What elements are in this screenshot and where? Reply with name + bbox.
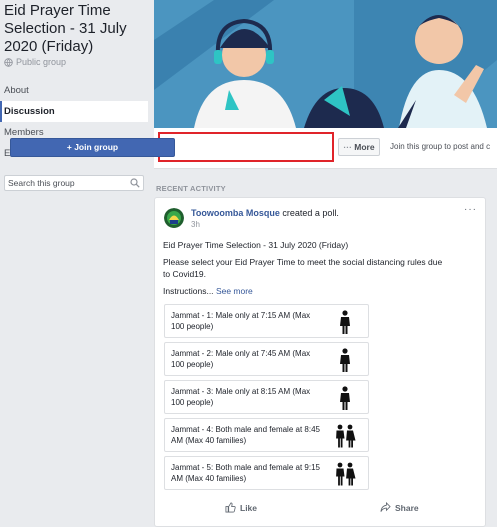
male-female-icon — [336, 462, 356, 486]
poll-option-3[interactable]: Jammat - 3: Male only at 8:15 AM (Max 10… — [164, 380, 369, 414]
post-title: Eid Prayer Time Selection - 31 July 2020… — [163, 240, 349, 250]
search-box — [4, 175, 144, 191]
cover-illustration — [154, 0, 497, 128]
recent-activity-label: RECENT ACTIVITY — [156, 184, 226, 193]
avatar[interactable] — [164, 208, 184, 228]
poll-option-label: Jammat - 5: Both male and female at 9:15… — [171, 463, 320, 483]
mosque-logo-icon — [164, 208, 184, 228]
poll-option-label: Jammat - 4: Both male and female at 8:45… — [171, 425, 320, 445]
poll-post: Toowoomba Mosque created a poll. 3h ··· … — [154, 197, 486, 527]
search-icon[interactable] — [130, 178, 140, 188]
share-label: Share — [395, 502, 419, 513]
more-button[interactable]: ··· More — [338, 138, 380, 156]
poll-option-4[interactable]: Jammat - 4: Both male and female at 8:45… — [164, 418, 369, 452]
post-instructions: Instructions... See more — [163, 285, 479, 297]
sidebar-item-about[interactable]: About — [0, 80, 148, 101]
share-icon — [380, 502, 391, 512]
post-timestamp[interactable]: 3h — [191, 220, 200, 229]
join-highlight-box — [158, 132, 334, 162]
more-button-label: More — [354, 142, 375, 152]
poll-option-label: Jammat - 3: Male only at 8:15 AM (Max 10… — [171, 387, 311, 407]
post-body-line2: to Covid19. — [163, 269, 206, 279]
join-hint-text: Join this group to post and c — [390, 142, 491, 151]
poll-option-label: Jammat - 1: Male only at 7:15 AM (Max 10… — [171, 311, 311, 331]
sidebar-item-discussion[interactable]: Discussion — [0, 101, 148, 122]
poll-option-1[interactable]: Jammat - 1: Male only at 7:15 AM (Max 10… — [164, 304, 369, 338]
instructions-label: Instructions... — [163, 286, 214, 296]
post-action-text: created a poll. — [279, 208, 339, 218]
cover-photo — [154, 0, 497, 128]
join-group-button[interactable]: + Join group — [10, 138, 175, 157]
group-action-bar: ··· More Join this group to post and c — [154, 128, 497, 169]
search-input[interactable] — [8, 176, 118, 190]
share-button[interactable]: Share — [380, 502, 419, 513]
globe-icon — [4, 57, 13, 67]
post-options-icon[interactable]: ··· — [464, 204, 477, 215]
post-body-line1: Please select your Eid Prayer Time to me… — [163, 257, 443, 267]
male-person-icon — [340, 348, 350, 372]
like-button[interactable]: Like — [225, 502, 257, 513]
post-header: Toowoomba Mosque created a poll. — [191, 208, 339, 218]
male-person-icon — [340, 386, 350, 410]
group-privacy-label: Public group — [16, 57, 67, 67]
male-female-icon — [336, 424, 356, 448]
group-title[interactable]: Eid Prayer Time Selection - 31 July 2020… — [4, 2, 146, 56]
sidebar: Eid Prayer Time Selection - 31 July 2020… — [0, 0, 150, 523]
male-person-icon — [340, 310, 350, 334]
group-privacy: Public group — [4, 57, 66, 67]
poll-option-label: Jammat - 2: Male only at 7:45 AM (Max 10… — [171, 349, 311, 369]
poll-option-2[interactable]: Jammat - 2: Male only at 7:45 AM (Max 10… — [164, 342, 369, 376]
post-actions-bar: Like Share — [155, 498, 485, 520]
poll-option-5[interactable]: Jammat - 5: Both male and female at 9:15… — [164, 456, 369, 490]
more-dots-icon: ··· — [343, 142, 355, 152]
thumbs-up-icon — [225, 502, 236, 513]
see-more-link[interactable]: See more — [216, 286, 253, 296]
like-label: Like — [240, 502, 258, 513]
post-author[interactable]: Toowoomba Mosque — [191, 208, 280, 218]
